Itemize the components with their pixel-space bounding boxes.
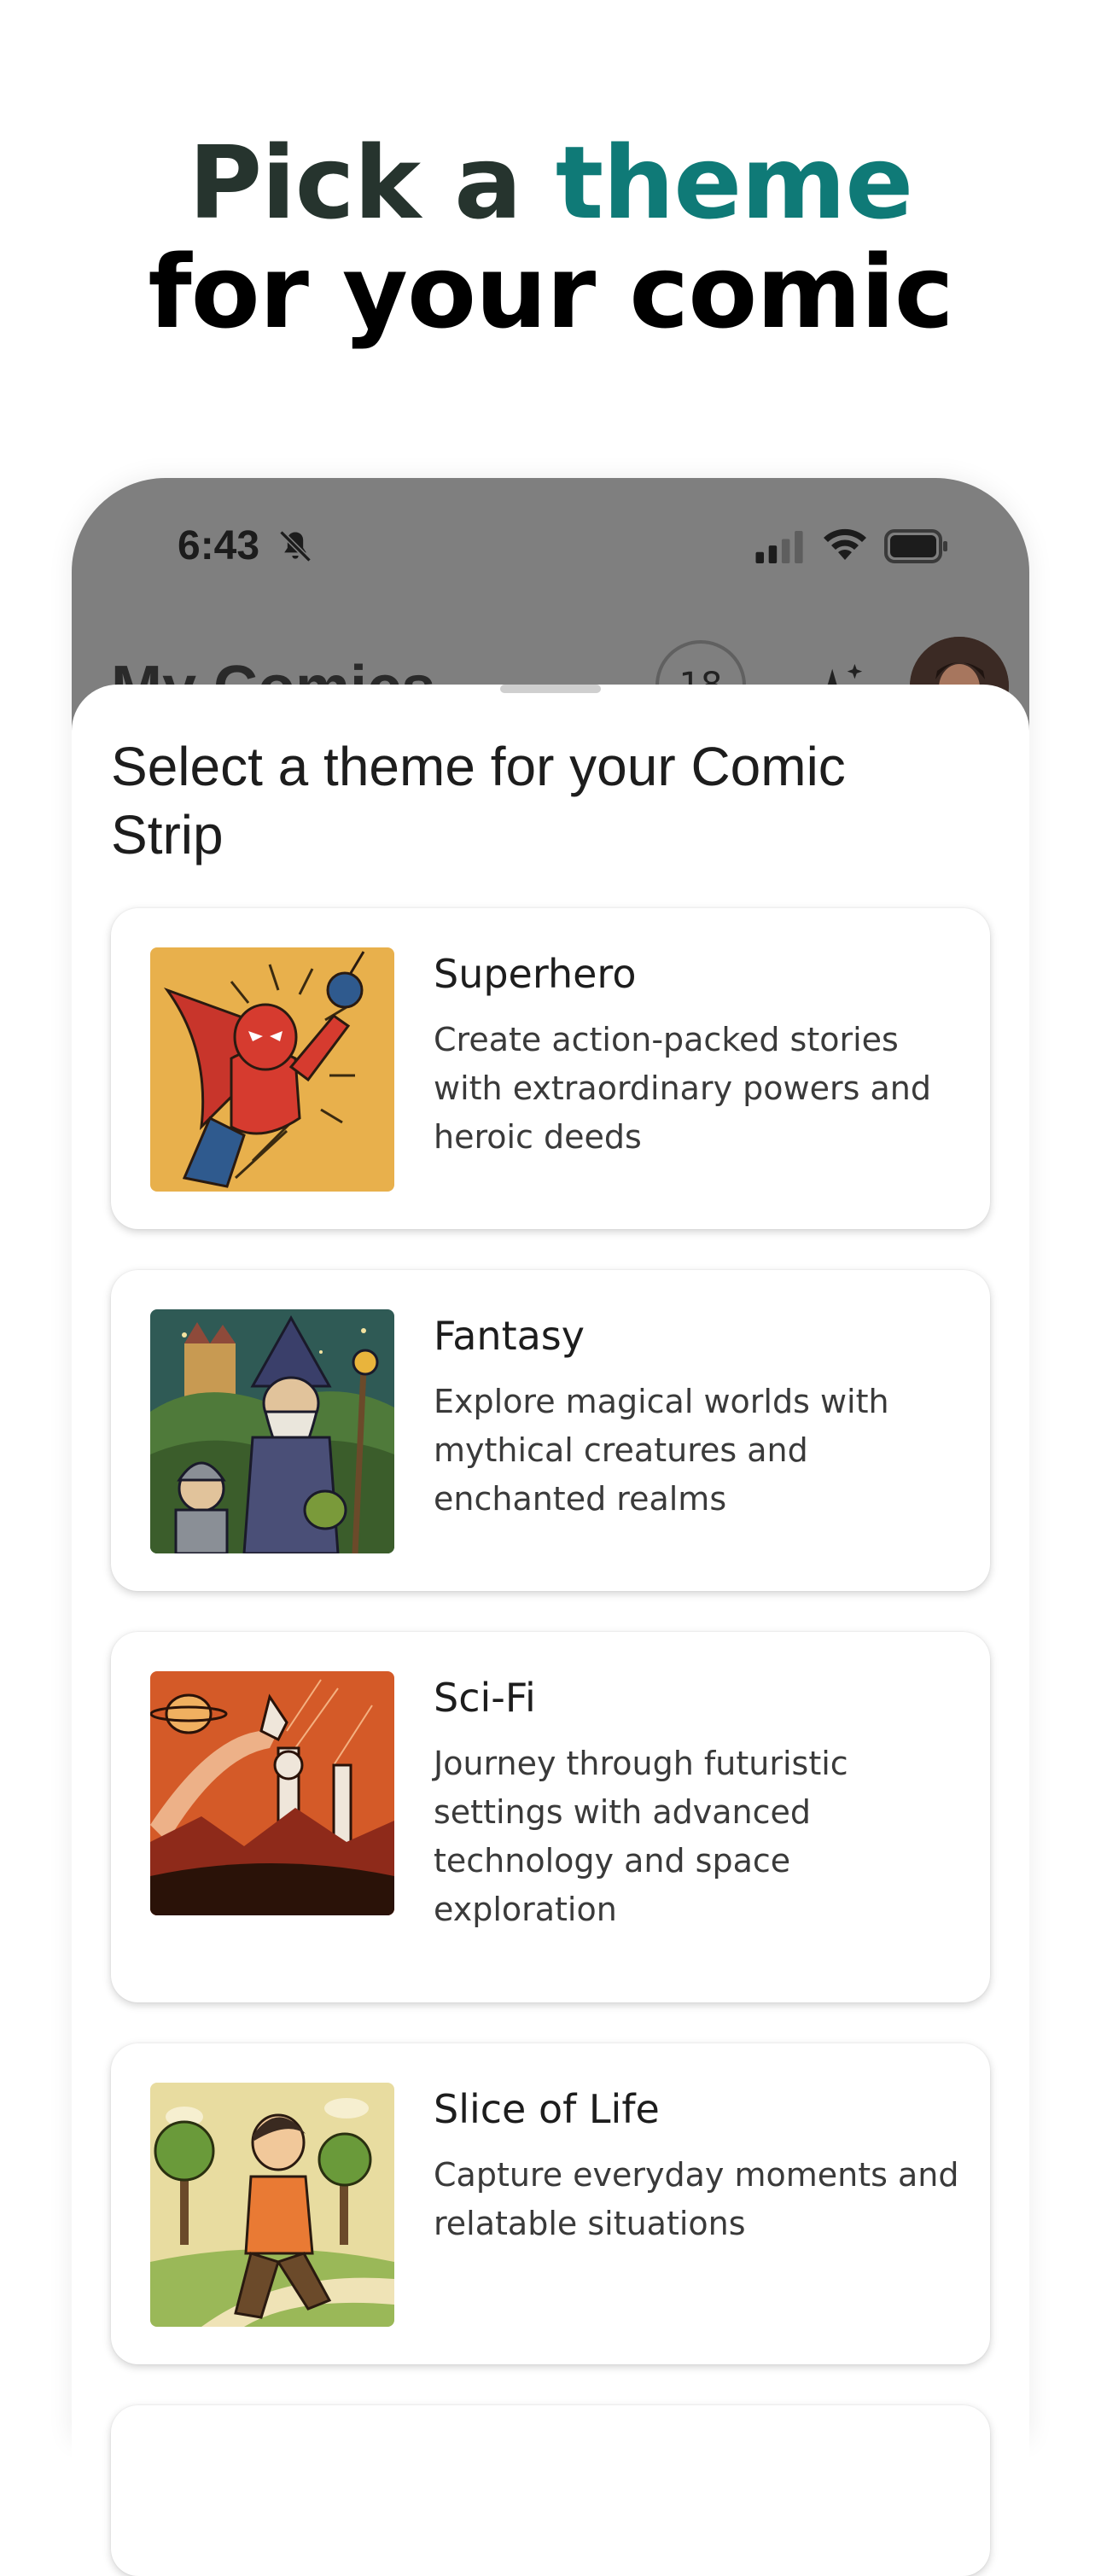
- fantasy-thumbnail: [150, 1309, 394, 1553]
- drag-handle[interactable]: [500, 685, 601, 693]
- status-time: 6:43: [178, 523, 260, 568]
- theme-description: Capture everyday moments and relatable s…: [434, 2156, 959, 2242]
- theme-title: Superhero: [434, 951, 637, 997]
- headline: Pick a theme for your comic: [0, 128, 1101, 347]
- theme-card-sci-fi[interactable]: Sci-Fi Journey through futuristic settin…: [111, 1632, 990, 2002]
- status-bar: 6:43: [72, 478, 1029, 615]
- theme-title: Sci-Fi: [434, 1675, 536, 1721]
- theme-card-fantasy[interactable]: Fantasy Explore magical worlds with myth…: [111, 1270, 990, 1591]
- theme-card-slice-of-life[interactable]: Slice of Life Capture everyday moments a…: [111, 2043, 990, 2364]
- battery-icon: [884, 529, 947, 563]
- theme-description: Explore magical worlds with mythical cre…: [434, 1383, 889, 1518]
- theme-card-next[interactable]: [111, 2405, 990, 2576]
- theme-title: Slice of Life: [434, 2086, 660, 2132]
- theme-description: Journey through futuristic settings with…: [434, 1745, 848, 1928]
- headline-prefix: Pick a: [188, 124, 556, 242]
- theme-card-superhero[interactable]: Superhero Create action-packed stories w…: [111, 908, 990, 1229]
- theme-title: Fantasy: [434, 1313, 585, 1359]
- bottom-sheet: Select a theme for your Comic Strip Supe…: [72, 685, 1029, 2576]
- headline-line2: for your comic: [148, 233, 953, 351]
- headline-accent: theme: [555, 124, 913, 242]
- sheet-title: Select a theme for your Comic Strip: [111, 736, 846, 865]
- sci-fi-thumbnail: [150, 1671, 394, 1915]
- theme-description: Create action-packed stories with extrao…: [434, 1021, 931, 1156]
- wifi-icon: [824, 528, 866, 560]
- slice-of-life-thumbnail: [150, 2083, 394, 2327]
- bell-slash-icon: [279, 530, 312, 562]
- superhero-thumbnail: [150, 947, 394, 1192]
- cellular-signal-icon: [755, 531, 803, 563]
